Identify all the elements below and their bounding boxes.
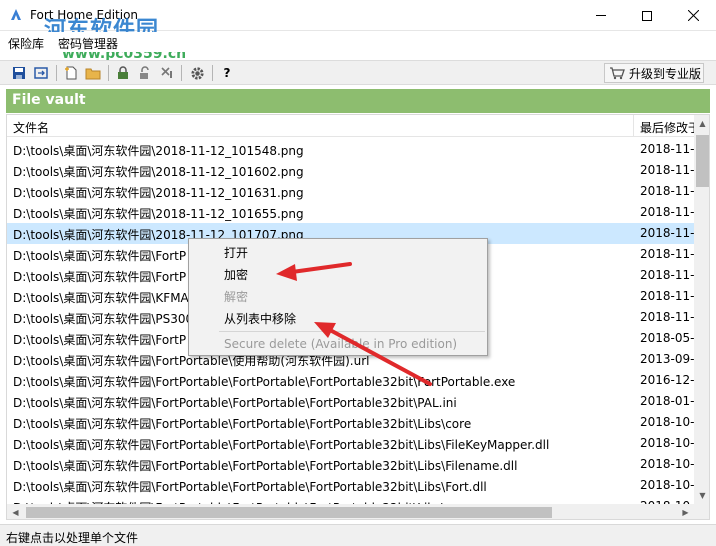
file-modified-date: 2018-11-1: [640, 142, 694, 156]
title-bar: Fort Home Edition 河东软件园 www.pc0359.cn: [0, 0, 716, 62]
vertical-scroll-thumb[interactable]: [696, 135, 709, 187]
file-path: D:\tools\桌面\河东软件园\FortPortable\FortPorta…: [13, 396, 457, 410]
lock-icon[interactable]: [115, 65, 131, 81]
status-bar: 右键点击以处理单个文件: [0, 524, 716, 546]
table-row[interactable]: D:\tools\桌面\河东软件园\FortPortable\FortPorta…: [7, 391, 694, 412]
unlock-icon[interactable]: [137, 65, 153, 81]
column-header-filename[interactable]: 文件名: [7, 115, 634, 137]
settings-icon[interactable]: [189, 65, 205, 81]
context-menu-separator: [219, 331, 485, 332]
horizontal-scrollbar[interactable]: ◀ ▶: [7, 504, 694, 519]
maximize-button[interactable]: [624, 0, 670, 31]
file-modified-date: 2018-11-1: [640, 163, 694, 177]
maximize-icon: [642, 10, 652, 21]
file-path: D:\tools\桌面\河东软件园\FortPortable\FortPorta…: [13, 438, 550, 452]
vertical-scrollbar[interactable]: ▲ ▼: [694, 115, 709, 504]
menu-vault[interactable]: 保险库: [8, 35, 44, 52]
help-icon[interactable]: ?: [219, 65, 235, 81]
table-row[interactable]: D:\tools\桌面\河东软件园\2018-11-12_101631.png 2…: [7, 181, 694, 202]
file-path: D:\tools\桌面\河东软件园\2018-11-12_101655.png: [13, 207, 304, 221]
scroll-up-icon[interactable]: ▲: [694, 115, 709, 132]
table-row[interactable]: D:\tools\桌面\河东软件园\2018-11-12_101548.png 2…: [7, 139, 694, 160]
context-menu-remove[interactable]: 从列表中移除: [224, 310, 296, 327]
file-modified-date: 2018-11-1: [640, 310, 694, 324]
upgrade-pro-label: 升级到专业版: [629, 66, 702, 81]
file-modified-date: 2018-11-1: [640, 289, 694, 303]
file-modified-date: 2018-11-1: [640, 226, 694, 240]
horizontal-scroll-thumb[interactable]: [26, 507, 552, 518]
file-path: D:\tools\桌面\河东软件园\FortPortable\FortPorta…: [13, 459, 518, 473]
upgrade-pro-button[interactable]: 升级到专业版: [604, 63, 704, 83]
file-path: D:\tools\桌面\河东软件园\2018-11-12_101548.png: [13, 144, 304, 158]
table-row[interactable]: D:\tools\桌面\河东软件园\2018-11-12_101655.png 2…: [7, 202, 694, 223]
toolbar-separator: [181, 65, 182, 81]
file-modified-date: 2018-11-1: [640, 184, 694, 198]
file-modified-date: 2018-10-2: [640, 478, 694, 492]
toolbar-separator: [56, 65, 57, 81]
scroll-left-icon[interactable]: ◀: [7, 504, 24, 519]
vault-header: File vault: [6, 89, 710, 113]
column-header-modified[interactable]: 最后修改于: [634, 115, 694, 137]
scrollbar-corner: [694, 504, 709, 519]
menu-bar: 保险库 密码管理器: [0, 32, 716, 52]
table-row[interactable]: D:\tools\桌面\河东软件园\FortPortable\FortPorta…: [7, 412, 694, 433]
table-row[interactable]: D:\tools\桌面\河东软件园\FortPortable\FortPorta…: [7, 475, 694, 496]
menu-password-manager[interactable]: 密码管理器: [58, 35, 118, 52]
app-icon: [11, 9, 21, 20]
scroll-right-icon[interactable]: ▶: [677, 504, 694, 519]
file-path: D:\tools\桌面\河东软件园\FortPortable\FortPorta…: [13, 417, 472, 431]
file-path: D:\tools\桌面\河东软件园\FortPortable\FortPorta…: [13, 375, 516, 389]
file-path: D:\tools\桌面\河东软件园\FortPortable\FortPorta…: [13, 480, 487, 494]
context-menu-open[interactable]: 打开: [224, 244, 248, 261]
scroll-down-icon[interactable]: ▼: [694, 487, 709, 504]
save-icon[interactable]: [11, 65, 27, 81]
folder-icon[interactable]: [85, 65, 101, 81]
close-button[interactable]: [670, 0, 716, 31]
file-modified-date: 2018-11-1: [640, 247, 694, 261]
minimize-button[interactable]: [578, 0, 624, 31]
new-file-icon[interactable]: [63, 65, 79, 81]
toolbar-separator: [212, 65, 213, 81]
context-menu-encrypt[interactable]: 加密: [224, 266, 248, 283]
file-modified-date: 2018-01-2: [640, 394, 694, 408]
file-path: D:\tools\桌面\河东软件园\2018-11-12_101602.png: [13, 165, 304, 179]
table-row[interactable]: D:\tools\桌面\河东软件园\FortPortable\FortPorta…: [7, 370, 694, 391]
context-menu-decrypt: 解密: [224, 290, 249, 304]
file-modified-date: 2018-05-2: [640, 331, 694, 345]
toolbar-separator: [108, 65, 109, 81]
file-modified-date: 2018-10-2: [640, 415, 694, 429]
table-row[interactable]: D:\tools\桌面\河东软件园\FortPortable\FortPorta…: [7, 454, 694, 475]
export-icon[interactable]: [33, 65, 49, 81]
file-modified-date: 2013-09-1: [640, 352, 694, 366]
table-row[interactable]: D:\tools\桌面\河东软件园\FortPortable\FortPorta…: [7, 433, 694, 454]
toolbar: ? 升级到专业版: [0, 60, 716, 85]
context-menu: 打开 加密 解密 从列表中移除 Secure delete (Available…: [188, 238, 488, 356]
file-modified-date: 2018-11-1: [640, 268, 694, 282]
cart-icon: [610, 67, 625, 80]
file-modified-date: 2018-10-2: [640, 457, 694, 471]
table-row[interactable]: D:\tools\桌面\河东软件园\2018-11-12_101602.png 2…: [7, 160, 694, 181]
file-modified-date: 2016-12-2: [640, 373, 694, 387]
file-path: D:\tools\桌面\河东软件园\2018-11-12_101631.png: [13, 186, 304, 200]
delete-icon[interactable]: [159, 65, 175, 81]
close-icon: [687, 10, 699, 21]
file-modified-date: 2018-10-2: [640, 436, 694, 450]
status-text: 右键点击以处理单个文件: [6, 531, 139, 545]
file-modified-date: 2018-11-1: [640, 205, 694, 219]
minimize-icon: [596, 15, 606, 16]
context-menu-secure-delete: Secure delete (Available in Pro edition): [224, 337, 458, 351]
